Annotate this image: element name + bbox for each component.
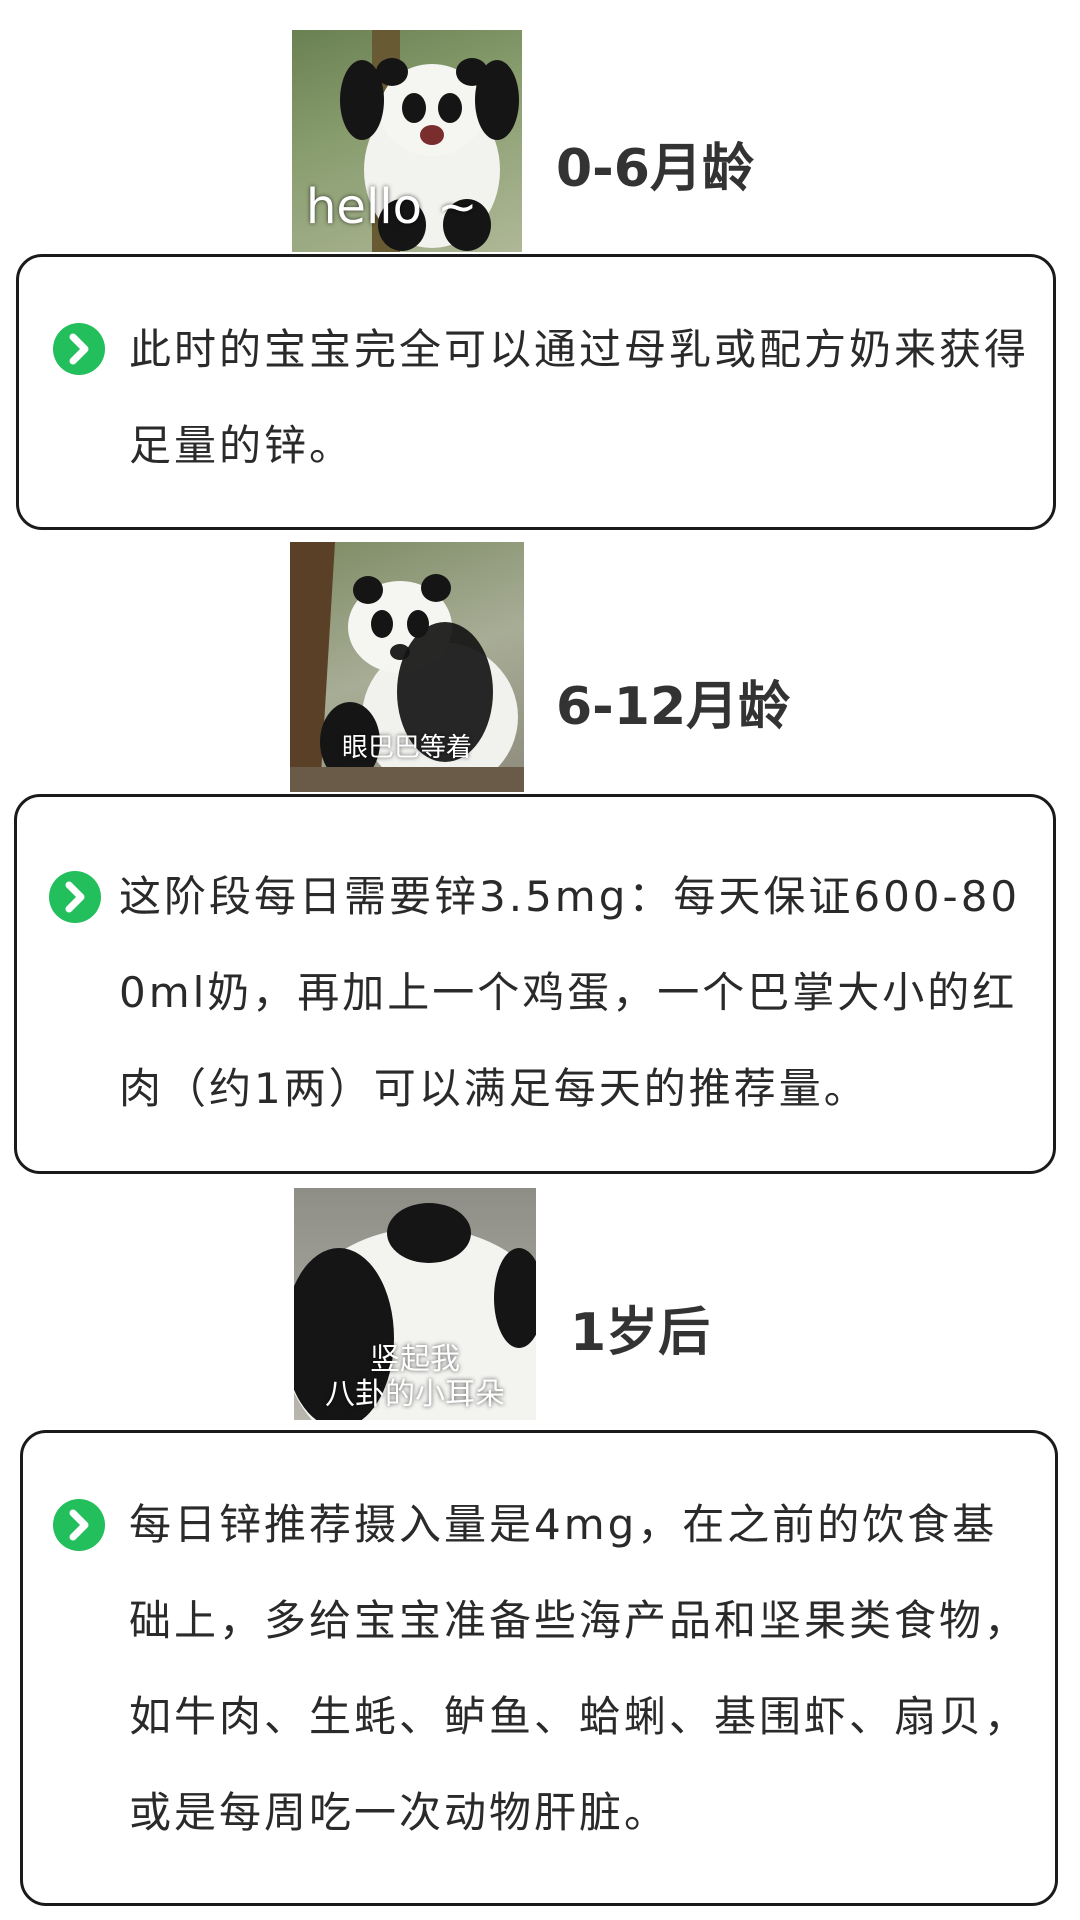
panda-waiting-image: 眼巴巴等着	[290, 542, 524, 792]
section-heading-0-6-months: 0-6月龄	[556, 139, 754, 199]
info-card-1-year: 每日锌推荐摄入量是4mg，在之前的饮食基础上，多给宝宝准备些海产品和坚果类食物，…	[20, 1430, 1058, 1906]
green-chevron-right-icon	[53, 1499, 105, 1551]
info-card-text: 这阶段每日需要锌3.5mg：每天保证600-800ml奶，再加上一个鸡蛋，一个巴…	[119, 872, 1021, 1113]
info-card-6-12-months: 这阶段每日需要锌3.5mg：每天保证600-800ml奶，再加上一个鸡蛋，一个巴…	[14, 794, 1056, 1174]
green-chevron-right-icon	[53, 323, 105, 375]
panda-ears-image: 竖起我 八卦的小耳朵	[294, 1188, 536, 1420]
panda-waiting-caption: 眼巴巴等着	[341, 733, 472, 763]
panda-hello-caption: hello ~	[306, 179, 478, 235]
info-card-text: 此时的宝宝完全可以通过母乳或配方奶来获得足量的锌。	[129, 325, 1030, 470]
section-heading-1-year: 1岁后	[570, 1303, 711, 1363]
info-card-0-6-months: 此时的宝宝完全可以通过母乳或配方奶来获得足量的锌。	[16, 254, 1056, 530]
panda-ears-caption-line2: 八卦的小耳朵	[325, 1377, 505, 1412]
panda-hello-image: hello ~	[292, 30, 522, 252]
info-card-text: 每日锌推荐摄入量是4mg，在之前的饮食基础上，多给宝宝准备些海产品和坚果类食物，…	[129, 1500, 1030, 1837]
section-heading-6-12-months: 6-12月龄	[556, 677, 791, 737]
panda-ears-caption-line1: 竖起我	[370, 1342, 460, 1377]
green-chevron-right-icon	[49, 871, 101, 923]
